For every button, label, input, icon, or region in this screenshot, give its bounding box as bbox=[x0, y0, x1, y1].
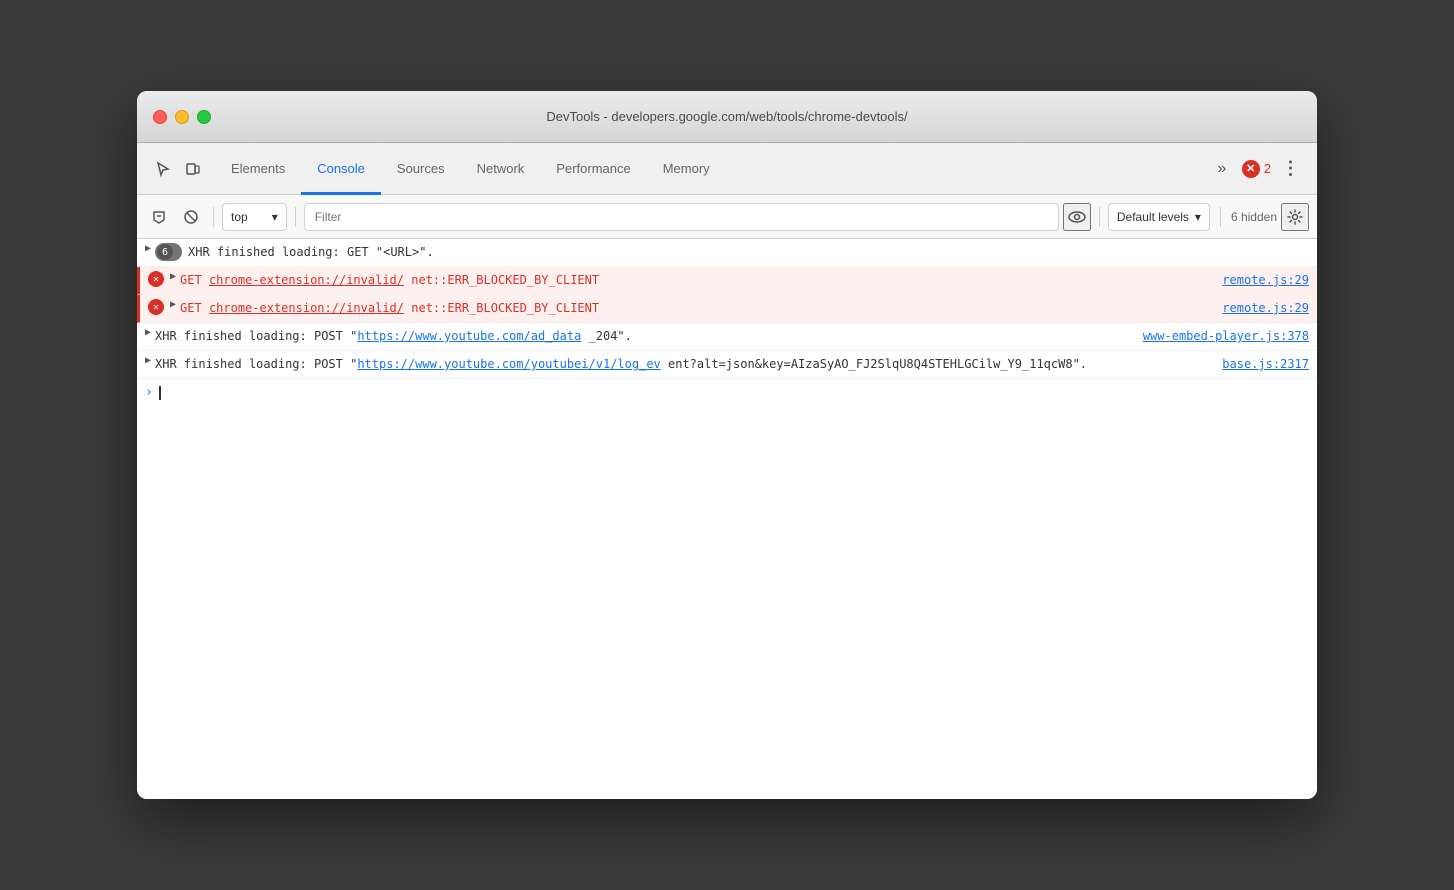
tab-elements[interactable]: Elements bbox=[215, 144, 301, 195]
xhr-post-text-1: XHR finished loading: POST "https://www.… bbox=[155, 329, 589, 343]
title-bar: DevTools - developers.google.com/web/too… bbox=[137, 91, 1317, 143]
error-badge-icon: ✕ bbox=[1242, 160, 1260, 178]
inspect-element-button[interactable] bbox=[149, 155, 177, 183]
expand-arrow-error-2[interactable]: ▶ bbox=[170, 299, 176, 310]
prompt-icon: › bbox=[145, 385, 153, 400]
eye-icon bbox=[1068, 210, 1086, 224]
gear-icon bbox=[1287, 209, 1303, 225]
block-button[interactable] bbox=[177, 203, 205, 231]
xhr-post-url-1[interactable]: https://www.youtube.com/ad_data bbox=[357, 329, 581, 343]
default-levels-button[interactable]: Default levels ▾ bbox=[1108, 203, 1210, 231]
tab-bar-left-icons bbox=[141, 143, 215, 194]
console-input-line: › bbox=[137, 379, 1317, 406]
log-entry-xhr-post-1: ▶ XHR finished loading: POST "https://ww… bbox=[137, 323, 1317, 351]
tab-sources[interactable]: Sources bbox=[381, 144, 461, 195]
cursor-icon bbox=[155, 161, 171, 177]
error-text-2: GET chrome-extension://invalid/ net::ERR… bbox=[180, 299, 1214, 317]
tab-performance[interactable]: Performance bbox=[540, 144, 646, 195]
error-url-2[interactable]: chrome-extension://invalid/ bbox=[209, 301, 404, 315]
log-entry-error-2: ✕ ▶ GET chrome-extension://invalid/ net:… bbox=[137, 295, 1317, 323]
tab-list: Elements Console Sources Network Perform… bbox=[215, 143, 1200, 194]
eye-button[interactable] bbox=[1063, 203, 1091, 231]
toolbar-divider-4 bbox=[1220, 207, 1221, 227]
xhr-post-text-1b: _204". bbox=[589, 329, 632, 343]
error-source-1[interactable]: remote.js:29 bbox=[1222, 273, 1309, 287]
error-url-1[interactable]: chrome-extension://invalid/ bbox=[209, 273, 404, 287]
console-content: ▶ 6 XHR finished loading: GET "<URL>". ✕… bbox=[137, 239, 1317, 799]
xhr-group-count: 6 bbox=[157, 244, 173, 260]
maximize-button[interactable] bbox=[197, 110, 211, 124]
context-selector[interactable]: top ▾ bbox=[222, 203, 287, 231]
xhr-post-text-2b: ent?alt=json&key=AIzaSyAO_FJ2SlqU8Q4STEH… bbox=[668, 357, 1087, 371]
tab-memory[interactable]: Memory bbox=[647, 144, 726, 195]
devtools-window: DevTools - developers.google.com/web/too… bbox=[137, 91, 1317, 799]
log-entry-error-1: ✕ ▶ GET chrome-extension://invalid/ net:… bbox=[137, 267, 1317, 295]
expand-arrow-error-1[interactable]: ▶ bbox=[170, 271, 176, 282]
toolbar-divider-3 bbox=[1099, 207, 1100, 227]
error-icon-2: ✕ bbox=[148, 299, 164, 315]
window-title: DevTools - developers.google.com/web/too… bbox=[546, 109, 907, 124]
tab-network[interactable]: Network bbox=[461, 144, 541, 195]
clear-icon bbox=[151, 209, 167, 225]
chevron-down-icon-levels: ▾ bbox=[1195, 210, 1201, 224]
error-text-1: GET chrome-extension://invalid/ net::ERR… bbox=[180, 271, 1214, 289]
error-icon-1: ✕ bbox=[148, 271, 164, 287]
error-method-1: GET bbox=[180, 273, 209, 287]
device-toolbar-button[interactable] bbox=[179, 155, 207, 183]
expand-arrow-xhr-1[interactable]: ▶ bbox=[145, 327, 151, 338]
device-icon bbox=[185, 161, 201, 177]
xhr-group-text: XHR finished loading: GET "<URL>". bbox=[188, 243, 1309, 261]
tab-bar-right: » ✕ 2 ⋮ bbox=[1200, 143, 1313, 194]
block-icon bbox=[183, 209, 199, 225]
more-options-button[interactable]: ⋮ bbox=[1277, 155, 1305, 183]
error-badge: ✕ 2 bbox=[1242, 160, 1271, 178]
xhr-post-url-2[interactable]: https://www.youtube.com/youtubei/v1/log_… bbox=[357, 357, 660, 371]
close-button[interactable] bbox=[153, 110, 167, 124]
xhr-post-source-2[interactable]: base.js:2317 bbox=[1222, 357, 1309, 371]
hidden-count: 6 hidden bbox=[1231, 210, 1277, 224]
traffic-lights bbox=[153, 110, 211, 124]
error-code-1: net::ERR_BLOCKED_BY_CLIENT bbox=[411, 273, 599, 287]
error-count: 2 bbox=[1264, 161, 1271, 176]
settings-button[interactable] bbox=[1281, 203, 1309, 231]
clear-console-button[interactable] bbox=[145, 203, 173, 231]
more-tabs-button[interactable]: » bbox=[1208, 155, 1236, 183]
expand-arrow[interactable]: ▶ bbox=[145, 243, 151, 254]
minimize-button[interactable] bbox=[175, 110, 189, 124]
xhr-post-text-2: XHR finished loading: POST "https://www.… bbox=[155, 357, 668, 371]
xhr-post-source-1[interactable]: www-embed-player.js:378 bbox=[1143, 329, 1309, 343]
toolbar-divider-1 bbox=[213, 207, 214, 227]
log-entry-xhr-post-2: ▶ XHR finished loading: POST "https://ww… bbox=[137, 351, 1317, 379]
log-entry-xhr-group: ▶ 6 XHR finished loading: GET "<URL>". bbox=[137, 239, 1317, 267]
filter-input[interactable] bbox=[304, 203, 1059, 231]
tab-bar: Elements Console Sources Network Perform… bbox=[137, 143, 1317, 195]
console-toolbar: top ▾ Default levels ▾ 6 hidden bbox=[137, 195, 1317, 239]
expand-arrow-xhr-2[interactable]: ▶ bbox=[145, 355, 151, 366]
error-method-2: GET bbox=[180, 301, 209, 315]
toolbar-divider-2 bbox=[295, 207, 296, 227]
xhr-group-badge: 6 bbox=[155, 243, 182, 261]
cursor-blink bbox=[159, 386, 161, 400]
error-source-2[interactable]: remote.js:29 bbox=[1222, 301, 1309, 315]
chevron-down-icon: ▾ bbox=[272, 210, 278, 224]
error-code-2: net::ERR_BLOCKED_BY_CLIENT bbox=[411, 301, 599, 315]
tab-console[interactable]: Console bbox=[301, 144, 381, 195]
